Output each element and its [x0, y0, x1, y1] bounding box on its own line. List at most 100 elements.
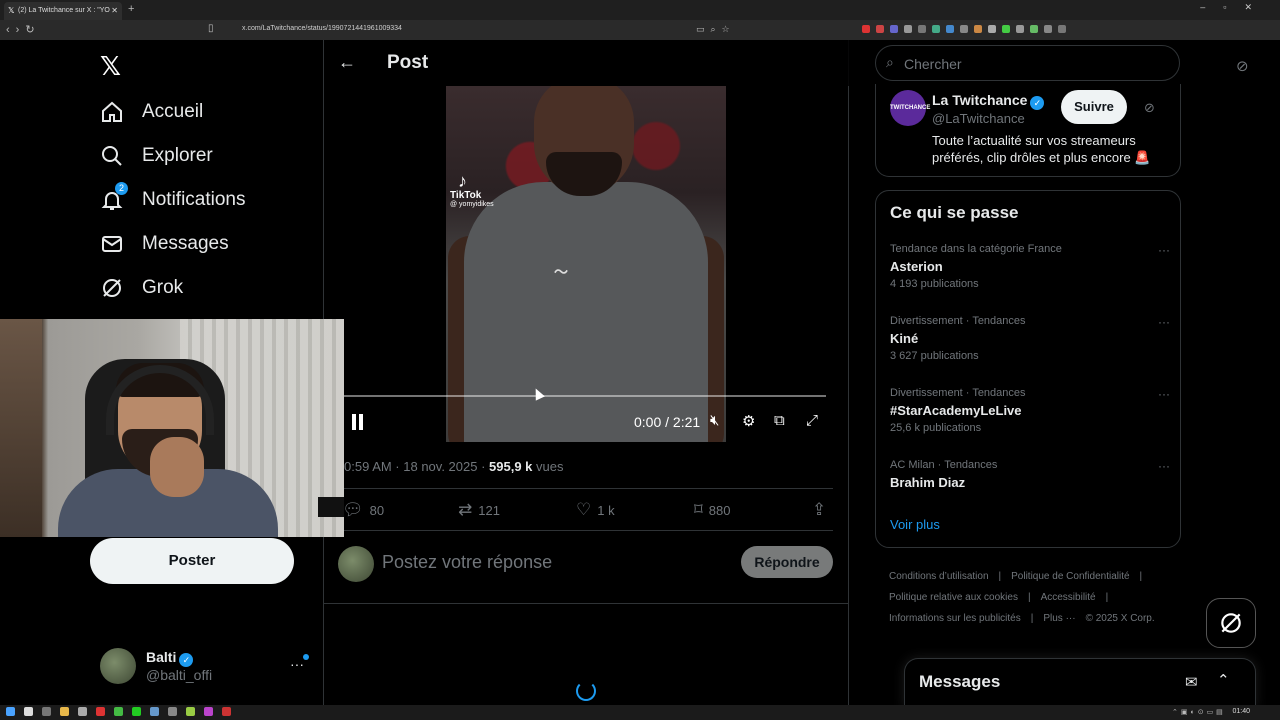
share-button[interactable]: ⇪ — [812, 500, 826, 520]
expand-chevron-icon[interactable]: ⌃ — [1217, 671, 1230, 689]
copyright: © 2025 X Corp. — [1085, 613, 1155, 624]
footer-link[interactable]: Informations sur les publicités — [889, 613, 1021, 624]
more-icon[interactable]: ··· — [1158, 315, 1170, 329]
window-controls[interactable]: –▫✕ — [1200, 2, 1270, 13]
messages-drawer-title: Messages — [919, 672, 1001, 691]
nav-item-notifications[interactable]: 2 Notifications — [100, 182, 246, 212]
footer-link[interactable]: Politique de Confidentialité — [1011, 571, 1129, 582]
post-button[interactable]: Poster — [90, 538, 294, 584]
more-icon[interactable]: ··· — [1158, 243, 1170, 257]
trend-item[interactable]: Divertissement · Tendances #StarAcademyL… — [890, 387, 1170, 443]
address-actions-icons[interactable]: ▭⌕☆ — [696, 24, 736, 35]
messages-drawer[interactable]: Messages ✉ ⌃ — [904, 658, 1256, 708]
x-logo-icon[interactable]: 𝕏 — [100, 52, 121, 82]
share-icon: ⇪ — [812, 500, 827, 519]
profile-name-row[interactable]: La Twitchance ✓ — [932, 92, 1045, 110]
reply-input[interactable]: Postez votre réponse — [382, 552, 552, 573]
views-label: vues — [532, 459, 564, 474]
webcam-overlay — [0, 319, 344, 537]
bell-icon: 2 — [100, 182, 128, 212]
mute-icon[interactable]: 🔇︎ — [710, 412, 719, 429]
profile-name: La Twitchance — [932, 92, 1028, 108]
account-switcher[interactable]: Balti ✓ @balti_offi ··· — [100, 648, 312, 688]
footer-link[interactable]: Conditions d’utilisation — [889, 571, 989, 582]
footer-sep: | — [1030, 613, 1034, 624]
taskbar-apps[interactable] — [6, 707, 231, 716]
footer-sep: | — [1027, 592, 1031, 603]
system-tray-icons[interactable]: ⌃▣◐⊙▭▤ — [1172, 708, 1226, 716]
like-button[interactable]: ♡ 1 k — [576, 500, 615, 520]
trend-context: AC Milan · Tendances — [890, 459, 998, 471]
trend-title: Asterion — [890, 259, 943, 274]
grok-icon — [100, 276, 124, 300]
account-name: Balti — [146, 649, 177, 665]
browser-nav-icons[interactable]: ‹›↻ — [6, 23, 41, 36]
nav-label: Explorer — [142, 145, 213, 166]
nav-item-messages[interactable]: Messages — [100, 232, 229, 256]
trends-panel: Ce qui se passe Tendance dans la catégor… — [875, 190, 1181, 548]
show-more-link[interactable]: Voir plus — [890, 517, 940, 532]
profile-handle: @LaTwitchance — [932, 111, 1025, 126]
nav-item-accueil[interactable]: Accueil — [100, 100, 203, 124]
tab-close-icon[interactable]: ✕ — [111, 2, 118, 20]
divider — [340, 530, 833, 531]
settings-gear-icon[interactable]: ⚙ — [742, 412, 755, 430]
more-icon[interactable]: ··· — [1158, 387, 1170, 401]
video-progress-bar[interactable] — [344, 395, 826, 397]
fullscreen-icon[interactable]: ⤢ — [806, 412, 818, 429]
pause-icon[interactable] — [350, 414, 364, 430]
extensions-strip[interactable] — [862, 25, 1066, 33]
nav-label: Messages — [142, 233, 229, 254]
reply-button[interactable]: 💬︎ 80 — [342, 500, 384, 520]
trend-title: Brahim Diaz — [890, 475, 966, 490]
avatar[interactable]: TWITCHANCE — [890, 90, 930, 126]
reply-submit-button[interactable]: Répondre — [741, 546, 833, 578]
bookmark-button[interactable]: ⌑ 880 — [694, 500, 730, 520]
new-message-icon[interactable]: ✉ — [1185, 673, 1198, 691]
bookmark-count: 880 — [708, 502, 731, 518]
reply-icon: 💬︎ — [342, 500, 364, 519]
new-tab-icon[interactable]: + — [128, 3, 134, 15]
nav-item-explorer[interactable]: Explorer — [100, 144, 213, 168]
block-icon[interactable]: ⊘ — [1144, 100, 1155, 116]
back-arrow-icon[interactable]: ← — [338, 52, 356, 73]
grok-floating-button[interactable] — [1206, 598, 1256, 648]
verified-badge-icon: ✓ — [1030, 96, 1045, 110]
search-placeholder: Chercher — [904, 56, 962, 72]
more-icon[interactable]: ··· — [1158, 459, 1170, 473]
post-timestamp[interactable]: 0:59 AM · 18 nov. 2025 · — [344, 459, 489, 474]
tiktok-user: @ yomyidikes — [450, 201, 494, 208]
url-field[interactable]: x.com/LaTwitchance/status/19907214419610… — [242, 25, 402, 32]
video-controls: 0:00 / 2:21 🔇︎ ⚙ ⧉ ⤢ — [344, 408, 834, 438]
trend-context: Divertissement · Tendances — [890, 315, 1026, 327]
trend-item[interactable]: AC Milan · Tendances Brahim Diaz ··· — [890, 459, 1170, 515]
profile-card: TWITCHANCE La Twitchance ✓ @LaTwitchance … — [875, 84, 1181, 177]
search-input[interactable]: ⌕ Chercher — [875, 45, 1180, 81]
nav-label: Notifications — [142, 189, 246, 210]
repost-button[interactable]: ⇄ 121 — [458, 500, 500, 520]
more-icon[interactable]: ··· — [290, 656, 304, 672]
follow-button[interactable]: Suivre — [1061, 90, 1127, 124]
footer-link[interactable]: Accessibilité — [1041, 592, 1096, 603]
footer-link[interactable]: Politique relative aux cookies — [889, 592, 1018, 603]
trend-item[interactable]: Divertissement · Tendances Kiné 3 627 pu… — [890, 315, 1170, 371]
nav-item-grok[interactable]: Grok — [100, 276, 183, 300]
footer-more-link[interactable]: Plus ··· — [1043, 613, 1075, 624]
browser-tab[interactable]: 𝕏 (2) La Twitchance sur X : "YO ✕ — [4, 2, 122, 20]
account-handle: @balti_offi — [146, 667, 213, 683]
clock: 01:40 — [1232, 708, 1250, 715]
video-player[interactable]: 〜 ♪ TikTok @ yomyidikes 0:00 / 2:21 🔇︎ ⚙… — [344, 86, 834, 442]
trend-item[interactable]: Tendance dans la catégorie France Asteri… — [890, 243, 1170, 299]
divider — [324, 603, 849, 604]
trend-context: Tendance dans la catégorie France — [890, 243, 1062, 255]
picture-in-picture-icon[interactable]: ⧉ — [774, 412, 785, 429]
address-bar: ‹›↻ ▯ x.com/LaTwitchance/status/19907214… — [0, 20, 1280, 40]
trend-title: #StarAcademyLeLive — [890, 403, 1022, 418]
heart-icon: ♡ — [576, 500, 592, 519]
bookmark-icon[interactable]: ▯ — [208, 23, 214, 34]
browser-tab-bar: 𝕏 (2) La Twitchance sur X : "YO ✕ + –▫✕ — [0, 0, 1280, 20]
block-icon[interactable]: ⊘ — [1236, 57, 1249, 75]
trend-context: Divertissement · Tendances — [890, 387, 1026, 399]
footer-sep: | — [1105, 592, 1109, 603]
shirt-logo-icon: 〜 — [554, 264, 568, 280]
